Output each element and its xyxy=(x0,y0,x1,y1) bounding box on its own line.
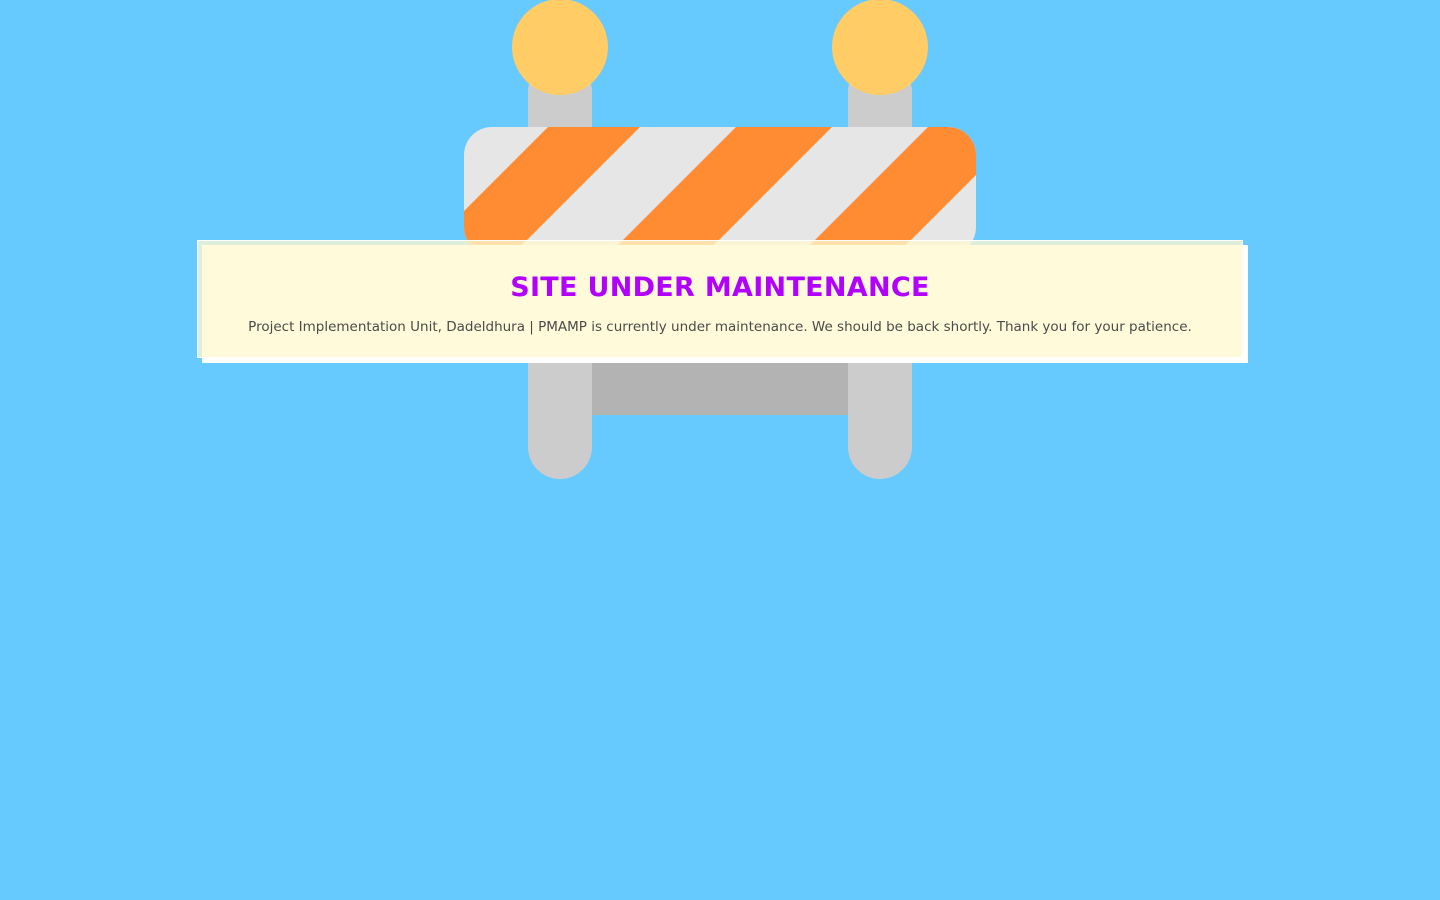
maintenance-message: Project Implementation Unit, Dadeldhura … xyxy=(248,319,1192,335)
road-barrier-icon xyxy=(464,0,976,479)
maintenance-page: SITE UNDER MAINTENANCE Project Implement… xyxy=(0,0,1440,900)
maintenance-notice: SITE UNDER MAINTENANCE Project Implement… xyxy=(197,240,1243,358)
page-title: SITE UNDER MAINTENANCE xyxy=(510,272,930,303)
barrier-left-lamp xyxy=(512,0,608,95)
barrier-striped-board xyxy=(464,127,976,255)
barrier-lower-crossbar xyxy=(580,355,860,415)
barrier-right-lamp xyxy=(832,0,928,95)
